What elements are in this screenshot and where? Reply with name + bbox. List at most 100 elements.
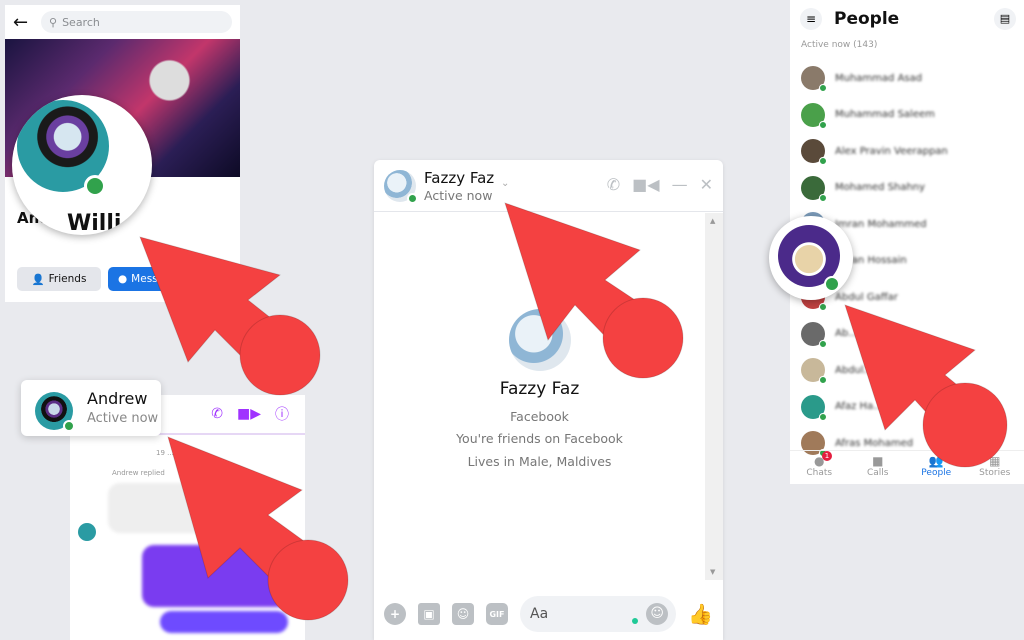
contact-name: Muhammad Asad <box>835 72 923 84</box>
stories-icon: ▦ <box>989 454 1001 468</box>
search-icon: ⚲ <box>49 15 58 29</box>
contact-avatar[interactable] <box>384 169 418 204</box>
info-line: You're friends on Facebook <box>456 431 623 446</box>
online-indicator <box>819 157 827 165</box>
phone-icon[interactable]: ✆ <box>607 175 620 194</box>
info-line: Lives in Male, Maldives <box>467 454 612 469</box>
video-icon: ■ <box>872 454 884 468</box>
hamburger-menu-icon[interactable]: ≡ <box>800 8 822 30</box>
composer: + ▣ ☺ GIF Aa ☺ 👍 <box>374 588 723 640</box>
profile-topbar: ← ⚲ Search <box>5 5 240 39</box>
scrollbar[interactable]: ▲ ▼ <box>705 213 723 580</box>
sticker-icon[interactable]: ☺ <box>452 603 474 625</box>
message-bubble-received <box>108 483 218 533</box>
online-indicator <box>84 175 106 197</box>
close-icon[interactable]: ✕ <box>700 175 713 194</box>
contact-avatar <box>801 139 827 165</box>
messenger-icon: ● <box>118 273 128 285</box>
tab-chats[interactable]: ● Chats 1 <box>790 451 849 484</box>
contact-row[interactable]: Alex Pravin Veerappan <box>801 138 948 165</box>
contact-avatar-large <box>509 309 571 371</box>
online-indicator <box>63 420 75 432</box>
contact-name: Imran Mohammed <box>835 218 927 230</box>
magnified-name-fragment: Willi <box>67 211 122 235</box>
input-placeholder: Aa <box>530 606 549 622</box>
reply-note: Andrew replied <box>112 469 165 477</box>
online-indicator <box>407 192 418 204</box>
contact-avatar <box>801 175 827 202</box>
friends-label: Friends <box>48 273 87 285</box>
search-input[interactable]: ⚲ Search <box>41 11 232 33</box>
scroll-up-icon[interactable]: ▲ <box>710 217 715 225</box>
magnified-contact-avatar <box>769 216 853 300</box>
tab-label: People <box>921 468 952 478</box>
magnified-profile-avatar: Willi <box>12 95 152 235</box>
header-actions: ✆ ■◀ — ✕ <box>607 175 713 194</box>
contacts-book-icon[interactable]: ▤ <box>994 8 1016 30</box>
contact-name: Afras Mohamed <box>835 437 914 449</box>
unread-badge: 1 <box>822 451 832 461</box>
contact-avatar <box>801 66 827 92</box>
chat-header: Fazzy Faz Active now ⌄ ✆ ■◀ — ✕ <box>374 160 723 212</box>
online-indicator <box>819 193 827 202</box>
minimize-icon[interactable]: — <box>672 175 688 194</box>
contact-name-large: Fazzy Faz <box>499 379 580 399</box>
video-call-icon[interactable]: ■◀ <box>632 175 659 194</box>
contact-row[interactable]: Afaz Ha... <box>801 394 883 421</box>
contact-row[interactable]: Muhammad Asad <box>801 65 923 92</box>
gif-icon[interactable]: GIF <box>486 603 508 625</box>
contact-name: Abdul Gaffar <box>835 291 898 303</box>
online-indicator <box>819 120 827 129</box>
contact-avatar <box>801 102 827 129</box>
tab-label: Calls <box>867 468 889 478</box>
message-bubble-sent <box>160 611 288 633</box>
message-label: Mess <box>131 273 158 285</box>
contact-name: Alex Pravin Veerappan <box>835 145 948 157</box>
contact-row[interactable]: Ab... <box>801 321 858 348</box>
tab-label: Chats <box>806 468 833 478</box>
contact-avatar <box>801 358 827 384</box>
tab-calls[interactable]: ■ Calls <box>849 451 908 484</box>
like-icon[interactable]: 👍 <box>688 602 713 626</box>
contact-status: Active now <box>87 411 159 426</box>
online-indicator <box>819 303 827 311</box>
scroll-down-icon[interactable]: ▼ <box>710 568 715 576</box>
message-input[interactable]: Aa ☺ <box>520 596 677 632</box>
video-call-icon[interactable]: ■▶ <box>237 406 261 422</box>
tab-people[interactable]: 👥 People <box>907 451 966 484</box>
chevron-down-icon[interactable]: ⌄ <box>501 178 509 189</box>
chats-icon: ● <box>814 454 825 468</box>
contact-avatar <box>801 321 827 348</box>
contact-name: Ab... <box>835 328 858 339</box>
contact-row[interactable]: Abdul... <box>801 357 874 384</box>
active-now-count: Active now (143) <box>801 40 878 50</box>
message-bubble-sent <box>142 545 292 607</box>
contact-name: Afaz Ha... <box>835 401 883 412</box>
info-line: Facebook <box>510 409 569 424</box>
search-placeholder: Search <box>62 15 100 29</box>
contact-avatar <box>801 394 827 421</box>
back-arrow-icon[interactable]: ← <box>13 12 35 33</box>
phone-icon[interactable]: ✆ <box>211 406 223 422</box>
message-button[interactable]: ● Mess <box>108 267 178 291</box>
contact-row[interactable]: Mohamed Shahny <box>801 175 926 202</box>
bottom-tab-bar: ● Chats 1 ■ Calls 👥 People ▦ Stories <box>790 450 1024 484</box>
facebook-chat-window: Fazzy Faz Active now ⌄ ✆ ■◀ — ✕ Fazzy Fa… <box>374 160 723 640</box>
people-icon: 👥 <box>928 454 944 468</box>
photo-icon[interactable]: ▣ <box>418 603 440 625</box>
contact-name[interactable]: Fazzy Faz <box>424 169 494 187</box>
online-indicator <box>819 339 827 348</box>
info-icon[interactable]: ⓘ <box>275 404 289 424</box>
tab-label: Stories <box>979 468 1011 478</box>
contact-name: Andrew <box>87 389 148 408</box>
emoji-icon[interactable]: ☺ <box>646 603 669 625</box>
contact-status: Active now <box>424 188 493 203</box>
andrew-contact-card[interactable]: Andrew Active now <box>21 380 161 436</box>
friends-button[interactable]: 👤 Friends <box>17 267 101 291</box>
plus-icon[interactable]: + <box>384 603 406 625</box>
contact-row[interactable]: Muhammad Saleem <box>801 102 935 129</box>
tab-stories[interactable]: ▦ Stories <box>966 451 1024 484</box>
contact-name: Mohamed Shahny <box>835 182 926 193</box>
people-header: ≡ People ▤ <box>790 0 1024 38</box>
contact-name: Abdul... <box>835 364 874 376</box>
